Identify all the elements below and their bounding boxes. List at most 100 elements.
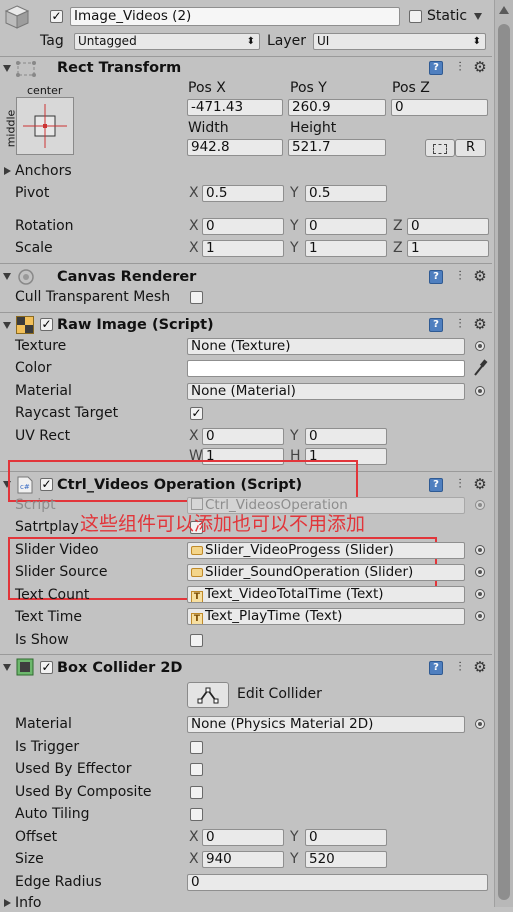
gear-icon[interactable]: ⚙: [473, 660, 487, 675]
scrollbar-thumb[interactable]: [498, 24, 510, 900]
pos-x-field[interactable]: -471.43: [187, 99, 283, 116]
help-book-icon[interactable]: ?: [429, 61, 443, 75]
foldout-arrow-icon[interactable]: [3, 664, 11, 671]
height-field[interactable]: 521.7: [288, 139, 386, 156]
object-picker-icon[interactable]: [475, 545, 485, 555]
anchors-foldout-icon[interactable]: [4, 167, 11, 175]
preset-icon[interactable]: ⫶: [453, 270, 467, 284]
object-picker-icon[interactable]: [475, 611, 485, 621]
size-y-axis: Y: [290, 851, 299, 867]
edit-collider-button[interactable]: [187, 682, 229, 708]
scale-y-field[interactable]: 1: [305, 240, 387, 257]
slider-source-value: Slider_SoundOperation (Slider): [205, 564, 414, 580]
raycast-target-checkbox[interactable]: ✓: [190, 407, 203, 420]
box-collider-icon: [16, 658, 34, 676]
object-picker-icon[interactable]: [475, 567, 485, 577]
pos-z-field[interactable]: 0: [391, 99, 488, 116]
rotation-label: Rotation: [15, 218, 74, 234]
width-field[interactable]: 942.8: [187, 139, 283, 156]
color-field[interactable]: [187, 360, 465, 377]
cull-transparent-checkbox[interactable]: [190, 291, 203, 304]
preset-icon[interactable]: ⫶: [453, 661, 467, 675]
gear-icon[interactable]: ⚙: [473, 60, 487, 75]
text-count-value: Text_VideoTotalTime (Text): [205, 586, 384, 602]
dropdown-arrow-icon: ⬍: [472, 36, 481, 47]
rot-y-axis: Y: [290, 218, 299, 234]
uv-y-field[interactable]: 0: [305, 428, 387, 445]
raw-edit-button[interactable]: R: [455, 139, 486, 157]
foldout-arrow-icon[interactable]: [3, 322, 11, 329]
size-x-axis: X: [189, 851, 199, 867]
scale-x-field[interactable]: 1: [202, 240, 284, 257]
help-book-icon[interactable]: ?: [429, 318, 443, 332]
is-show-checkbox[interactable]: [190, 634, 203, 647]
gear-icon[interactable]: ⚙: [473, 317, 487, 332]
help-book-icon[interactable]: ?: [429, 661, 443, 675]
blueprint-mode-button[interactable]: [425, 139, 455, 157]
object-picker-icon[interactable]: [475, 719, 485, 729]
inspector-scrollbar[interactable]: [494, 0, 513, 907]
tag-value: Untagged: [78, 34, 137, 48]
scale-z-field[interactable]: 1: [407, 240, 489, 257]
help-book-icon[interactable]: ?: [429, 270, 443, 284]
uv-x-field[interactable]: 0: [202, 428, 284, 445]
texture-field[interactable]: None (Texture): [187, 338, 465, 355]
gameobject-active-checkbox[interactable]: ✓: [50, 10, 63, 23]
is-trigger-label: Is Trigger: [15, 739, 80, 755]
box-collider-enabled-checkbox[interactable]: ✓: [40, 661, 53, 674]
blueprint-icon: [433, 144, 447, 154]
anchors-label[interactable]: Anchors: [15, 163, 72, 180]
foldout-arrow-icon[interactable]: [3, 65, 11, 72]
material-label: Material: [15, 383, 72, 399]
tag-dropdown[interactable]: Untagged ⬍: [74, 33, 260, 50]
object-picker-icon[interactable]: [475, 589, 485, 599]
eyedropper-icon[interactable]: [472, 359, 488, 377]
offset-y-field[interactable]: 0: [305, 829, 387, 846]
gear-icon[interactable]: ⚙: [473, 269, 487, 284]
used-by-effector-label: Used By Effector: [15, 761, 132, 777]
size-x-field[interactable]: 940: [202, 851, 284, 868]
is-trigger-checkbox[interactable]: [190, 741, 203, 754]
pos-y-field[interactable]: 260.9: [288, 99, 386, 116]
info-foldout-icon[interactable]: [4, 899, 11, 907]
size-y-field[interactable]: 520: [305, 851, 387, 868]
slider-video-field[interactable]: Slider_VideoProgess (Slider): [187, 542, 465, 559]
object-picker-icon[interactable]: [475, 341, 485, 351]
offset-y-axis: Y: [290, 829, 299, 845]
material-field[interactable]: None (Material): [187, 383, 465, 400]
pivot-y-axis: Y: [290, 185, 299, 201]
foldout-arrow-icon[interactable]: [3, 273, 11, 280]
pivot-x-field[interactable]: 0.5: [202, 185, 284, 202]
help-book-icon[interactable]: ?: [429, 478, 443, 492]
object-picker-icon[interactable]: [475, 386, 485, 396]
object-name-field[interactable]: Image_Videos (2): [70, 7, 400, 26]
edge-radius-field[interactable]: 0: [187, 874, 488, 891]
preset-icon[interactable]: ⫶: [453, 478, 467, 492]
static-dropdown-icon[interactable]: [474, 13, 482, 20]
text-time-field[interactable]: T Text_PlayTime (Text): [187, 608, 465, 625]
script-label: Script: [15, 497, 56, 513]
layer-dropdown[interactable]: UI ⬍: [313, 33, 486, 50]
rot-y-field[interactable]: 0: [305, 218, 387, 235]
text-count-field[interactable]: T Text_VideoTotalTime (Text): [187, 586, 465, 603]
info-label[interactable]: Info: [15, 895, 42, 912]
bc-material-field[interactable]: None (Physics Material 2D): [187, 716, 465, 733]
rot-z-field[interactable]: 0: [407, 218, 489, 235]
static-checkbox[interactable]: [409, 10, 422, 23]
scroll-up-icon[interactable]: [499, 6, 509, 14]
auto-tiling-checkbox[interactable]: [190, 808, 203, 821]
preset-icon[interactable]: ⫶: [453, 61, 467, 75]
offset-x-field[interactable]: 0: [202, 829, 284, 846]
rot-x-field[interactable]: 0: [202, 218, 284, 235]
slider-source-field[interactable]: Slider_SoundOperation (Slider): [187, 564, 465, 581]
gear-icon[interactable]: ⚙: [473, 477, 487, 492]
is-show-label: Is Show: [15, 632, 69, 648]
used-by-composite-checkbox[interactable]: [190, 786, 203, 799]
raw-image-enabled-checkbox[interactable]: ✓: [40, 318, 53, 331]
text-ref-icon: T: [191, 613, 203, 624]
used-by-effector-checkbox[interactable]: [190, 763, 203, 776]
anchor-preset-button[interactable]: [16, 97, 74, 155]
pivot-y-field[interactable]: 0.5: [305, 185, 387, 202]
used-by-composite-label: Used By Composite: [15, 784, 152, 800]
preset-icon[interactable]: ⫶: [453, 318, 467, 332]
